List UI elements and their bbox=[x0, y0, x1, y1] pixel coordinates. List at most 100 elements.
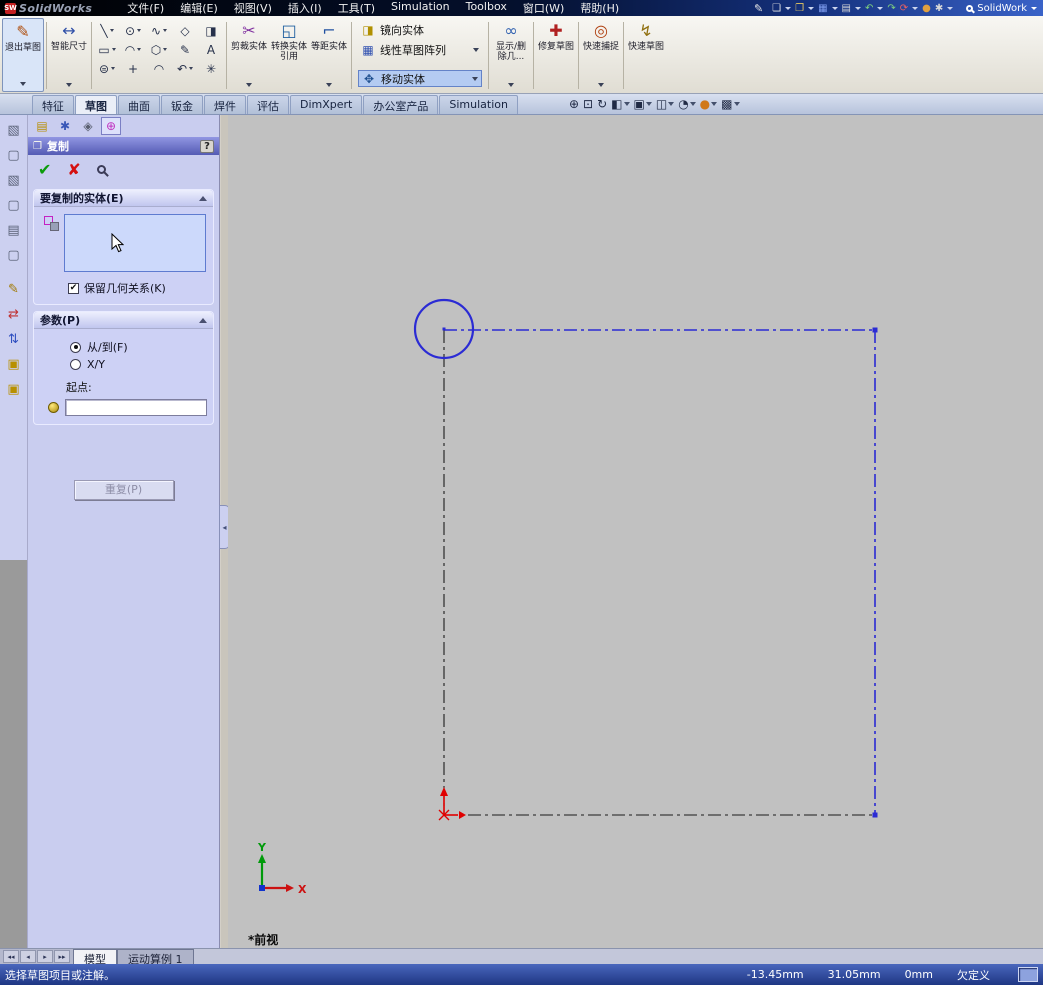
trim-caret-icon[interactable] bbox=[246, 83, 252, 87]
tab-model[interactable]: 模型 bbox=[73, 949, 117, 966]
menu-toolbox[interactable]: Toolbox bbox=[458, 0, 515, 17]
rectangle-tool-button[interactable]: ▭ bbox=[94, 40, 120, 59]
tab-sheet-metal[interactable]: 钣金 bbox=[161, 95, 203, 114]
tab-features[interactable]: 特征 bbox=[32, 95, 74, 114]
display-style-button[interactable]: ◫ bbox=[656, 97, 675, 111]
featuremanager-tab[interactable]: ▤ bbox=[32, 117, 52, 135]
smart-dimension-button[interactable]: ↔ 智能尺寸 bbox=[49, 18, 89, 92]
parameters-group-header[interactable]: 参数(P) bbox=[34, 312, 213, 329]
apply-scene-button[interactable]: ▩ bbox=[721, 97, 740, 111]
side-toolbar-pencil-icon[interactable]: ✎ bbox=[4, 279, 24, 299]
offset-entities-button[interactable]: ⌐ 等距实体 bbox=[309, 18, 349, 92]
tab-sketch[interactable]: 草图 bbox=[75, 95, 117, 114]
print-caret-icon[interactable] bbox=[855, 6, 861, 10]
linear-sketch-pattern-button[interactable]: ▦ 线性草图阵列 bbox=[358, 41, 482, 58]
section-view-caret-icon[interactable] bbox=[623, 102, 630, 106]
side-toolbar-block-icon-1[interactable]: ▣ bbox=[4, 354, 24, 374]
appearance-caret-icon[interactable] bbox=[711, 102, 718, 106]
configurationmanager-tab[interactable]: ◈ bbox=[78, 117, 98, 135]
rotate-view-button[interactable]: ↻ bbox=[597, 97, 607, 111]
graphics-viewport[interactable]: Y X *前视 bbox=[228, 115, 1043, 948]
from-to-option[interactable]: 从/到(F) bbox=[70, 339, 207, 355]
move-entities-caret-icon[interactable] bbox=[472, 76, 478, 81]
polygon-tool-button[interactable]: ⬡ bbox=[146, 40, 172, 59]
tab-nav-first-button[interactable]: ◂◂ bbox=[3, 950, 19, 963]
spline-caret-icon[interactable] bbox=[163, 29, 168, 32]
exit-sketch-caret-icon[interactable] bbox=[20, 82, 26, 86]
circle-center-point[interactable] bbox=[442, 327, 446, 331]
appearance-quick-button[interactable]: ● bbox=[921, 3, 932, 14]
cancel-button[interactable]: ✘ bbox=[67, 160, 80, 179]
trim-entities-button[interactable]: ✂ 剪裁实体 bbox=[229, 18, 269, 92]
rebuild-caret-icon[interactable] bbox=[912, 6, 919, 10]
tab-nav-prev-button[interactable]: ◂ bbox=[20, 950, 36, 963]
line-tool-button[interactable]: ╲ bbox=[94, 21, 120, 40]
display-delete-caret-icon[interactable] bbox=[508, 83, 514, 87]
pattern-small-tool-button[interactable]: ↶ bbox=[172, 59, 198, 78]
propertymanager-tab[interactable]: ✱ bbox=[55, 117, 75, 135]
side-toolbar-block-icon-2[interactable]: ▣ bbox=[4, 379, 24, 399]
collapse-chevron-icon[interactable] bbox=[199, 195, 207, 201]
menu-tools[interactable]: 工具(T) bbox=[330, 0, 383, 17]
open-document-caret-icon[interactable] bbox=[808, 6, 815, 10]
print-button[interactable]: ▤ bbox=[841, 3, 852, 14]
arc-caret-icon[interactable] bbox=[137, 48, 142, 51]
move-entities-button[interactable]: ✥ 移动实体 bbox=[358, 70, 482, 87]
pattern-small-caret-icon[interactable] bbox=[189, 67, 194, 70]
menu-help[interactable]: 帮助(H) bbox=[572, 0, 627, 17]
options-button[interactable]: ✱ bbox=[934, 3, 944, 14]
zoom-area-button[interactable]: ⊕ bbox=[569, 97, 579, 111]
tab-surfaces[interactable]: 曲面 bbox=[118, 95, 160, 114]
options-caret-icon[interactable] bbox=[947, 6, 954, 10]
rebuild-button[interactable]: ⟳ bbox=[899, 3, 909, 14]
sketch-canvas[interactable]: Y X bbox=[228, 115, 1043, 948]
slot-tool-button[interactable]: ⊜ bbox=[94, 59, 120, 78]
tab-evaluate[interactable]: 评估 bbox=[247, 95, 289, 114]
entities-group-header[interactable]: 要复制的实体(E) bbox=[34, 190, 213, 207]
xy-option[interactable]: X/Y bbox=[70, 358, 207, 371]
save-button[interactable]: ▦ bbox=[817, 3, 828, 14]
display-style-caret-icon[interactable] bbox=[668, 102, 675, 106]
new-document-caret-icon[interactable] bbox=[785, 6, 792, 10]
vertex-handle-top-right[interactable] bbox=[872, 327, 878, 333]
star-tool-button[interactable]: ✳ bbox=[198, 59, 224, 78]
tab-simulation[interactable]: Simulation bbox=[439, 95, 518, 114]
menu-window[interactable]: 窗口(W) bbox=[515, 0, 572, 17]
detailed-preview-button[interactable] bbox=[96, 164, 106, 174]
scene-caret-icon[interactable] bbox=[733, 102, 740, 106]
circle-caret-icon[interactable] bbox=[137, 29, 142, 32]
arc-tool-button[interactable]: ◠ bbox=[120, 40, 146, 59]
quick-snaps-caret-icon[interactable] bbox=[598, 83, 604, 87]
side-toolbar-swap-icon[interactable]: ⇄ bbox=[4, 304, 24, 324]
quick-snaps-button[interactable]: ◎ 快速捕捉 bbox=[581, 18, 621, 92]
undo-button[interactable]: ↶ bbox=[864, 3, 874, 14]
vertex-handle-bottom-right[interactable] bbox=[872, 812, 878, 818]
edit-appearance-button[interactable]: ● bbox=[700, 97, 718, 111]
repair-sketch-button[interactable]: ✚ 修复草图 bbox=[536, 18, 576, 92]
entities-selection-listbox[interactable] bbox=[64, 214, 206, 272]
hide-show-caret-icon[interactable] bbox=[689, 102, 696, 106]
sketch-pencil-tool-button[interactable]: ✎ bbox=[172, 40, 198, 59]
menu-file[interactable]: 文件(F) bbox=[119, 0, 172, 17]
help-button[interactable]: ? bbox=[200, 139, 214, 153]
from-to-radio[interactable] bbox=[70, 341, 81, 353]
new-document-button[interactable]: ❏ bbox=[771, 3, 782, 14]
open-document-button[interactable]: ❐ bbox=[794, 3, 805, 14]
side-toolbar-icon-3[interactable]: ▧ bbox=[4, 170, 24, 190]
smart-dimension-caret-icon[interactable] bbox=[66, 83, 72, 87]
offset-caret-icon[interactable] bbox=[326, 83, 332, 87]
repeat-button[interactable]: 重复(P) bbox=[73, 480, 174, 500]
menu-simulation[interactable]: Simulation bbox=[383, 0, 458, 17]
polygon-caret-icon[interactable] bbox=[163, 48, 168, 51]
circle-tool-button[interactable]: ⊙ bbox=[120, 21, 146, 40]
tab-nav-next-button[interactable]: ▸ bbox=[37, 950, 53, 963]
side-toolbar-icon-6[interactable]: ▢ bbox=[4, 245, 24, 265]
side-toolbar-arrows-icon[interactable]: ⇅ bbox=[4, 329, 24, 349]
side-toolbar-icon-4[interactable]: ▢ bbox=[4, 195, 24, 215]
point-tool-button[interactable]: + bbox=[120, 59, 146, 78]
undo-caret-icon[interactable] bbox=[877, 6, 884, 10]
start-point-input[interactable] bbox=[65, 399, 207, 416]
view-orientation-caret-icon[interactable] bbox=[645, 102, 652, 106]
spline-tool-button[interactable]: ∿ bbox=[146, 21, 172, 40]
section-view-button[interactable]: ◧ bbox=[611, 97, 630, 111]
